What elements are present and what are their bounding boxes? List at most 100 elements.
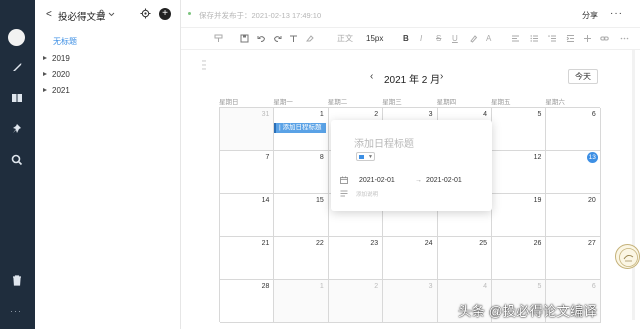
font-style-select[interactable]: 正文	[337, 34, 353, 44]
calendar-day-cell[interactable]: 23	[328, 237, 384, 280]
day-number: 20	[587, 197, 596, 204]
highlight-icon[interactable]	[469, 34, 478, 44]
sidebar-item-untitled[interactable]: 无标题	[53, 36, 77, 47]
calendar-day-cell[interactable]: 19	[492, 194, 547, 237]
save-status-dot	[188, 12, 191, 15]
calendar-day-cell[interactable]: 5	[492, 108, 547, 151]
calendar-day-cell[interactable]: 20	[546, 194, 601, 237]
day-number: 6	[591, 283, 596, 290]
calendar-day-cell[interactable]: 31	[220, 108, 275, 151]
day-number: 24	[424, 240, 433, 247]
add-button[interactable]: +	[159, 8, 171, 20]
calendar-day-cell[interactable]: 12	[492, 151, 547, 194]
today-button[interactable]: 今天	[568, 69, 598, 84]
day-number: 3	[428, 283, 433, 290]
day-number: 5	[537, 111, 542, 118]
calendar-day-cell[interactable]: 2	[328, 280, 384, 323]
calendar-day-cell[interactable]: 26	[492, 237, 547, 280]
italic-button[interactable]: I	[420, 34, 422, 44]
ordered-list-icon[interactable]	[548, 34, 557, 44]
day-number: 26	[533, 240, 542, 247]
clear-format-icon[interactable]	[289, 34, 298, 44]
toolbar-more-icon[interactable]	[620, 34, 629, 44]
calendar-day-cell[interactable]: 25	[437, 237, 492, 280]
format-painter-icon[interactable]	[214, 34, 223, 44]
day-number: 2	[374, 283, 379, 290]
redo-icon[interactable]	[273, 34, 282, 44]
prev-month-button[interactable]: ‹	[370, 71, 373, 82]
tree-item-2019[interactable]: 2019	[43, 54, 70, 63]
more-menu-button[interactable]: ···	[610, 8, 623, 19]
eraser-icon[interactable]	[305, 34, 314, 44]
calendar-day-cell[interactable]: 1	[274, 280, 329, 323]
save-icon[interactable]	[240, 34, 249, 44]
calendar-day-cell[interactable]: 7	[220, 151, 275, 194]
drag-handle-icon[interactable]	[202, 60, 206, 70]
calendar-day-cell[interactable]: 22	[274, 237, 329, 280]
link-icon[interactable]	[600, 34, 609, 44]
calendar-day-cell[interactable]: 21	[220, 237, 275, 280]
weekday-label: 星期二	[327, 99, 348, 106]
event-description-input[interactable]: 添加说明	[356, 190, 378, 198]
calendar-day-cell[interactable]: 15	[274, 194, 329, 237]
share-button[interactable]: 分享	[582, 10, 598, 21]
caret-right-icon	[43, 88, 47, 92]
align-icon[interactable]	[511, 34, 520, 44]
calendar-day-cell[interactable]: 24	[383, 237, 438, 280]
calendar-day-cell[interactable]: 8	[274, 151, 329, 194]
calendar-day-cell[interactable]: 14	[220, 194, 275, 237]
bold-button[interactable]: B	[403, 34, 409, 44]
description-icon	[340, 190, 348, 197]
tree-item-label: 2019	[52, 54, 70, 63]
chevron-down-icon: ▼	[368, 154, 373, 160]
indent-icon[interactable]	[566, 34, 575, 44]
day-number: 14	[261, 197, 270, 204]
tree-item-2021[interactable]: 2021	[43, 86, 70, 95]
tree-item-label: 2021	[52, 86, 70, 95]
tree-item-2020[interactable]: 2020	[43, 70, 70, 79]
event-color-picker[interactable]: ▼	[356, 152, 375, 161]
day-number: 31	[261, 111, 270, 118]
undo-icon[interactable]	[257, 34, 266, 44]
text-color-button[interactable]: A	[486, 34, 491, 44]
back-button[interactable]: <	[46, 9, 52, 20]
floating-badge-icon[interactable]	[615, 244, 640, 269]
book-icon[interactable]	[11, 92, 23, 104]
font-size-select[interactable]: 15px	[366, 34, 383, 44]
calendar-event[interactable]: | 添加日程标题	[274, 123, 326, 133]
gear-icon[interactable]	[140, 8, 151, 19]
weekday-label: 星期五	[491, 99, 511, 106]
more-icon[interactable]: ···	[10, 306, 22, 316]
avatar[interactable]	[8, 29, 25, 46]
insert-icon[interactable]	[583, 34, 592, 44]
feather-icon[interactable]	[11, 61, 23, 73]
trash-icon[interactable]	[11, 274, 23, 286]
day-number: 4	[483, 283, 487, 290]
weekday-label: 星期六	[545, 99, 565, 106]
scrollbar[interactable]	[632, 50, 635, 320]
search-icon[interactable]	[11, 154, 23, 166]
day-number: 8	[319, 154, 324, 161]
calendar-day-cell[interactable]: 28	[220, 280, 275, 323]
day-number: 27	[587, 240, 596, 247]
chevron-down-icon[interactable]	[108, 11, 115, 18]
next-month-button[interactable]: ›	[440, 71, 443, 82]
day-number: 28	[261, 283, 270, 290]
day-number: 23	[370, 240, 379, 247]
pin-icon[interactable]	[11, 123, 23, 135]
event-start-date[interactable]: 2021-02-01	[359, 177, 395, 184]
event-end-date[interactable]: 2021-02-01	[426, 177, 462, 184]
day-number: 12	[533, 154, 542, 161]
calendar-day-cell[interactable]: 27	[546, 237, 601, 280]
calendar-day-cell[interactable]: 3	[383, 280, 438, 323]
strikethrough-button[interactable]: S	[436, 34, 441, 44]
calendar-day-cell[interactable]: 6	[546, 108, 601, 151]
event-title-input[interactable]: 添加日程标题	[354, 135, 414, 150]
list-icon[interactable]	[530, 34, 539, 44]
calendar-day-cell[interactable]: 13	[546, 151, 601, 194]
day-number: 21	[261, 240, 270, 247]
underline-button[interactable]: U	[452, 34, 458, 44]
calendar-icon	[340, 176, 348, 184]
calendar-month-title: 2021 年 2 月	[384, 75, 441, 86]
day-number: 25	[479, 240, 487, 247]
